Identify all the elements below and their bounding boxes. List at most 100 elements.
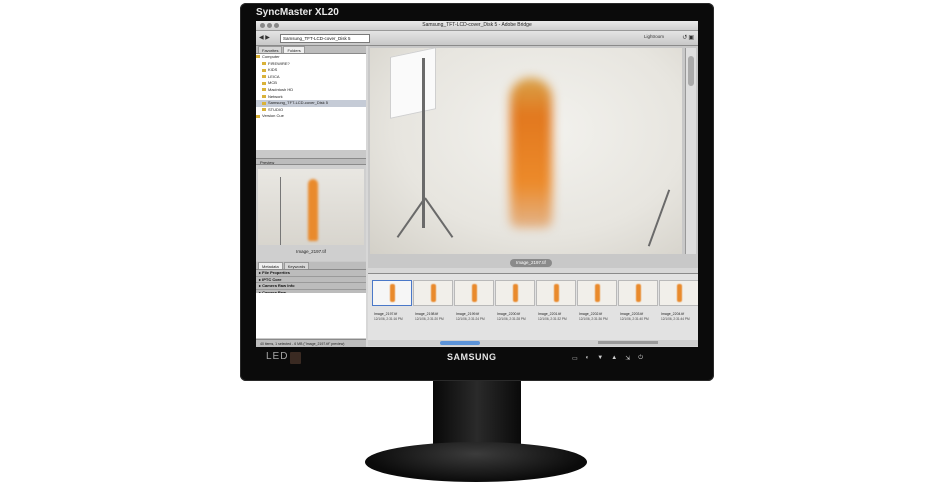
thumbnail-frame (577, 280, 617, 306)
thumbnail-name: Image_2197.tif (374, 312, 398, 316)
thumbnail-figure (554, 284, 559, 302)
metadata-panel: Metadata Keywords ▸ File Properties ▸ IP… (256, 262, 366, 296)
tree-item[interactable]: MCB (256, 80, 366, 87)
tab-favorites[interactable]: Favorites (258, 46, 283, 53)
thumbnail[interactable]: Image_2201.tif 12/1/06, 2:31:32 PM (536, 280, 576, 336)
thumbnail-date: 12/1/06, 2:31:32 PM (538, 317, 567, 321)
thumbnail-frame (536, 280, 576, 306)
folder-icon (262, 108, 266, 112)
main-preview-area: Image_2197.tif (368, 46, 698, 268)
thumbnail[interactable]: Image_2200.tif 12/1/06, 2:31:28 PM (495, 280, 535, 336)
folder-icon (262, 68, 266, 72)
light-stand-right (647, 189, 671, 247)
thumbnail-date: 12/1/06, 2:31:20 PM (415, 317, 444, 321)
thumbnail-frame (495, 280, 535, 306)
window-titlebar: Samsung_TFT-LCD-cover_Disk 5 - Adobe Bri… (256, 21, 698, 31)
preview-image (258, 169, 364, 245)
tree-item[interactable]: Network (256, 94, 366, 101)
brand-logo: SAMSUNG (447, 352, 497, 362)
magic-icon[interactable]: ◐ (586, 355, 590, 362)
eco-logo (290, 352, 301, 364)
thumbnail-date: 12/1/06, 2:31:36 PM (579, 317, 608, 321)
tree-item[interactable]: Computer (256, 54, 366, 61)
filmstrip-scrollbar[interactable] (368, 340, 698, 346)
thumbnail-name: Image_2198.tif (415, 312, 439, 316)
nav-arrows: ◀ ▶ (259, 34, 270, 41)
tab-folders[interactable]: Folders (283, 46, 305, 53)
thumbnail-figure (390, 284, 395, 302)
filmstrip: Image_2197.tif 12/1/06, 2:31:16 PM Image… (368, 273, 698, 340)
tab-keywords[interactable]: Keywords (283, 262, 310, 269)
model-figure (308, 179, 318, 241)
thumbnail-figure (595, 284, 600, 302)
thumbnail-frame (618, 280, 658, 306)
tree-item[interactable]: Macintosh HD (256, 87, 366, 94)
thumbnail-figure (431, 284, 436, 302)
folder-icon (262, 62, 266, 66)
folder-icon (256, 114, 260, 118)
thumbnail[interactable]: Image_2199.tif 12/1/06, 2:31:24 PM (454, 280, 494, 336)
thumbnail-figure (513, 284, 518, 302)
tree-item-selected[interactable]: Samsung_TFT-LCD-cover_Disk 5 (256, 100, 366, 107)
folder-icon (262, 88, 266, 92)
tree-item[interactable]: FIREWIRE? (256, 61, 366, 68)
preview-caption: Image_2197.tif (296, 249, 326, 254)
trash-icon[interactable]: ▣ (688, 35, 695, 41)
folder-icon (262, 101, 266, 105)
scroll-thumb[interactable] (440, 341, 480, 345)
thumbnail-date: 12/1/06, 2:31:44 PM (661, 317, 690, 321)
thumbnail-figure (677, 284, 682, 302)
up-icon[interactable]: ▲ (611, 355, 617, 362)
led-badge: LED (266, 351, 289, 362)
model-label: SyncMaster XL20 (256, 7, 339, 18)
vertical-scrollbar[interactable] (685, 48, 696, 254)
softbox (390, 48, 436, 119)
folder-tree: Computer FIREWIRE? KIDS LEICA MCB Macint… (256, 54, 366, 150)
thumbnail-name: Image_2200.tif (497, 312, 521, 316)
toolbar-icons: ↺▣ (682, 34, 695, 41)
tree-item[interactable]: LEICA (256, 74, 366, 81)
thumbnail[interactable]: Image_2197.tif 12/1/06, 2:31:16 PM (372, 280, 412, 336)
monitor-bezel: SyncMaster XL20 Samsung_TFT-LCD-cover_Di… (240, 3, 714, 381)
stand-leg (424, 197, 454, 238)
thumbnail[interactable]: Image_2203.tif 12/1/06, 2:31:40 PM (618, 280, 658, 336)
tree-item[interactable]: KIDS (256, 67, 366, 74)
source-icon[interactable]: ⇲ (625, 355, 630, 362)
thumbnail-size-slider[interactable] (598, 341, 658, 344)
metadata-body (256, 293, 366, 338)
forward-icon[interactable]: ▶ (265, 35, 270, 41)
tree-item[interactable]: STUDIO (256, 107, 366, 114)
thumbnail[interactable]: Image_2198.tif 12/1/06, 2:31:20 PM (413, 280, 453, 336)
left-tabs: Favorites Folders (256, 46, 366, 54)
thumbnail-frame (454, 280, 494, 306)
scroll-thumb[interactable] (688, 56, 694, 86)
thumbnail-date: 12/1/06, 2:31:24 PM (456, 317, 485, 321)
path-dropdown[interactable]: Samsung_TFT-LCD-cover_Disk 5 (280, 34, 370, 43)
preview-panel: Image_2197.tif (256, 165, 366, 261)
main-image[interactable] (370, 48, 682, 254)
thumbnail[interactable]: Image_2202.tif 12/1/06, 2:31:36 PM (577, 280, 617, 336)
back-icon[interactable]: ◀ (259, 35, 264, 41)
monitor-controls: ▭ ◐ ▼ ▲ ⇲ ⏻ (572, 355, 643, 362)
thumbnail-figure (636, 284, 641, 302)
monitor-stand-base (365, 442, 587, 482)
workspace-label[interactable]: Lightroom (644, 34, 664, 39)
down-icon[interactable]: ▼ (597, 355, 603, 362)
thumbnail-name: Image_2199.tif (456, 312, 480, 316)
thumbnail-name: Image_2203.tif (620, 312, 644, 316)
menu-icon[interactable]: ▭ (572, 355, 578, 362)
thumbnail-frame (413, 280, 453, 306)
preview-panel-title[interactable]: Preview (256, 158, 366, 165)
thumbnail-name: Image_2202.tif (579, 312, 603, 316)
toolbar: ◀ ▶ Samsung_TFT-LCD-cover_Disk 5 Lightro… (256, 31, 698, 46)
folder-icon (262, 81, 266, 85)
thumbnail-name: Image_2201.tif (538, 312, 562, 316)
folder-icon (262, 95, 266, 98)
thumbnail[interactable]: Image_2204.tif 12/1/06, 2:31:44 PM (659, 280, 698, 336)
power-icon[interactable]: ⏻ (638, 355, 643, 362)
model-figure (510, 78, 552, 228)
tab-metadata[interactable]: Metadata (258, 262, 283, 269)
meta-tabs: Metadata Keywords (256, 262, 366, 270)
tree-item[interactable]: Version Cue (256, 113, 366, 120)
main-caption-badge: Image_2197.tif (510, 259, 552, 267)
